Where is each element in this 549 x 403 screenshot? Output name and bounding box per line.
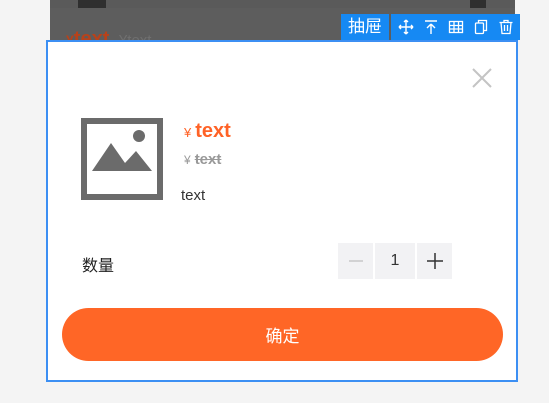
product-original-price: ¥ text	[184, 151, 221, 168]
background-strip-block	[470, 0, 486, 8]
plus-icon	[426, 253, 443, 269]
product-image-placeholder-icon	[81, 118, 163, 200]
close-icon[interactable]	[470, 66, 494, 90]
quantity-stepper	[338, 243, 452, 279]
increase-button[interactable]	[417, 243, 452, 279]
product-price: ¥ text	[184, 120, 231, 143]
price-value: text	[195, 120, 231, 142]
product-description: text	[181, 187, 206, 204]
delete-icon[interactable]	[493, 14, 518, 40]
background-strip-block	[78, 0, 106, 8]
currency-symbol: ¥	[184, 125, 192, 140]
quantity-label: 数量	[82, 258, 115, 275]
decrease-button[interactable]	[338, 243, 373, 279]
grid-icon[interactable]	[443, 14, 468, 40]
original-price-value: text	[194, 151, 222, 168]
copy-icon[interactable]	[468, 14, 493, 40]
component-type-label[interactable]: 抽屉	[341, 14, 389, 40]
component-toolbar: 抽屉	[341, 14, 520, 40]
drawer-panel: ¥text ¥text text 数量 确定	[46, 40, 518, 382]
original-currency-symbol: ¥	[184, 153, 191, 167]
background-top-strip	[50, 0, 515, 8]
toolbar-actions	[391, 14, 520, 40]
move-to-top-icon[interactable]	[418, 14, 443, 40]
minus-icon	[348, 260, 363, 262]
confirm-button[interactable]: 确定	[62, 308, 503, 361]
quantity-input[interactable]	[375, 243, 415, 279]
move-icon[interactable]	[393, 14, 418, 40]
